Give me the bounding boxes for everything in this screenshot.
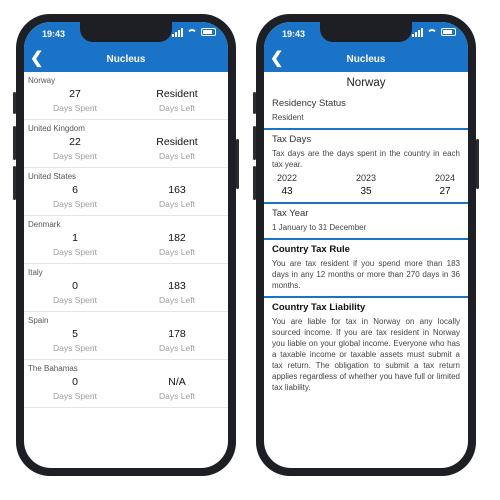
tax-year-label: 2024 [434,173,456,183]
days-spent-label: Days Spent [53,199,97,209]
signal-icon [412,27,423,37]
battery-icon [441,28,456,36]
back-icon[interactable]: ❮ [30,48,43,70]
days-spent-label: Days Spent [53,391,97,401]
power-button [476,139,479,189]
wifi-icon [187,27,197,37]
tax-rule-title: Country Tax Rule [272,244,350,255]
volume-down-button [13,166,16,200]
country-row[interactable]: Spain 5 Days Spent 178 Days Left [24,312,228,360]
days-spent-label: Days Spent [53,295,97,305]
tax-days-section: Tax Days Tax days are the days spent in … [264,130,468,204]
days-spent-value: 0 [72,280,78,292]
country-name: Denmark [28,220,61,229]
back-icon[interactable]: ❮ [270,48,283,70]
nav-bar: ❮ Nucleus [264,48,468,72]
days-left-label: Days Left [159,391,195,401]
volume-up-button [13,126,16,160]
residency-section: Residency Status Resident [264,94,468,130]
tax-days-value: 27 [439,186,451,197]
tax-year-section: Tax Year 1 January to 31 December [264,204,468,240]
mute-switch [253,92,256,114]
tax-days-desc: Tax days are the days spent in the count… [272,149,460,169]
days-spent-value: 27 [69,88,81,100]
tax-liability-title: Country Tax Liability [272,302,366,313]
screen-right: 19:43 ❮ Nucleus Norway Residency Status … [264,22,468,468]
days-left-label: Days Left [159,247,195,257]
days-left-value: 163 [168,184,186,196]
residency-value: Resident [272,113,304,122]
signal-icon [172,27,183,37]
country-row[interactable]: Italy 0 Days Spent 183 Days Left [24,264,228,312]
notch [320,22,412,42]
country-name: Italy [28,268,43,277]
nav-bar: ❮ Nucleus [24,48,228,72]
days-left-label: Days Left [159,199,195,209]
tax-liability-text: You are liable for tax in Norway on any … [272,317,460,392]
tax-rule-text: You are tax resident if you spend more t… [272,259,460,290]
app-title: Nucleus [346,54,386,65]
days-spent-value: 6 [72,184,78,196]
screen-left: 19:43 ❮ Nucleus Norway 27 Days Spent Reside… [24,22,228,468]
residency-title: Residency Status [272,98,346,109]
days-left-value: Resident [156,88,198,100]
country-name: The Bahamas [28,364,78,373]
tax-days-title: Tax Days [272,134,312,145]
days-left-value: Resident [156,136,198,148]
mute-switch [13,92,16,114]
days-left-label: Days Left [159,103,195,113]
tax-year-value: 1 January to 31 December [272,223,367,232]
country-row[interactable]: Denmark 1 Days Spent 182 Days Left [24,216,228,264]
country-name: Norway [28,76,56,85]
country-name: Spain [28,316,49,325]
power-button [236,139,239,189]
country-list: Norway 27 Days Spent Resident Days Left Unite… [24,72,228,408]
tax-liability-section: Country Tax Liability You are liable for… [264,298,468,398]
tax-year-label: 2022 [276,173,298,183]
country-name: United States [28,172,77,181]
days-spent-value: 1 [72,232,78,244]
volume-down-button [253,166,256,200]
days-left-value: N/A [168,376,186,388]
volume-up-button [253,126,256,160]
tax-days-value: 43 [281,186,293,197]
tax-year-label: 2023 [355,173,377,183]
days-spent-value: 5 [72,328,78,340]
country-row[interactable]: Norway 27 Days Spent Resident Days Left [24,72,228,120]
days-left-value: 183 [168,280,186,292]
days-spent-label: Days Spent [53,103,97,113]
tax-year-title: Tax Year [272,208,309,219]
days-left-label: Days Left [159,343,195,353]
status-time: 19:43 [42,29,66,39]
country-name: United Kingdom [28,124,85,133]
phone-left: 19:43 ❮ Nucleus Norway 27 Days Spent Reside… [13,14,239,476]
days-spent-label: Days Spent [53,343,97,353]
wifi-icon [427,27,437,37]
phone-right: 19:43 ❮ Nucleus Norway Residency Status … [253,14,479,476]
tax-days-value: 35 [360,186,372,197]
tax-days-values-row: 43 35 27 [272,186,460,197]
battery-icon [201,28,216,36]
days-left-label: Days Left [159,295,195,305]
days-spent-value: 22 [69,136,81,148]
status-time: 19:43 [282,29,306,39]
country-row[interactable]: United States 6 Days Spent 163 Days Left [24,168,228,216]
days-spent-label: Days Spent [53,247,97,257]
app-title: Nucleus [106,54,146,65]
country-row[interactable]: United Kingdom 22 Days Spent Resident Days L… [24,120,228,168]
days-left-value: 182 [168,232,186,244]
days-left-label: Days Left [159,151,195,161]
country-title: Norway [346,77,386,89]
tax-rule-section: Country Tax Rule You are tax resident if… [264,240,468,298]
tax-years-row: 2022 2023 2024 [272,173,460,183]
days-spent-value: 0 [72,376,78,388]
country-row[interactable]: The Bahamas 0 Days Spent N/A Days Left [24,360,228,408]
days-spent-label: Days Spent [53,151,97,161]
days-left-value: 178 [168,328,186,340]
notch [80,22,172,42]
